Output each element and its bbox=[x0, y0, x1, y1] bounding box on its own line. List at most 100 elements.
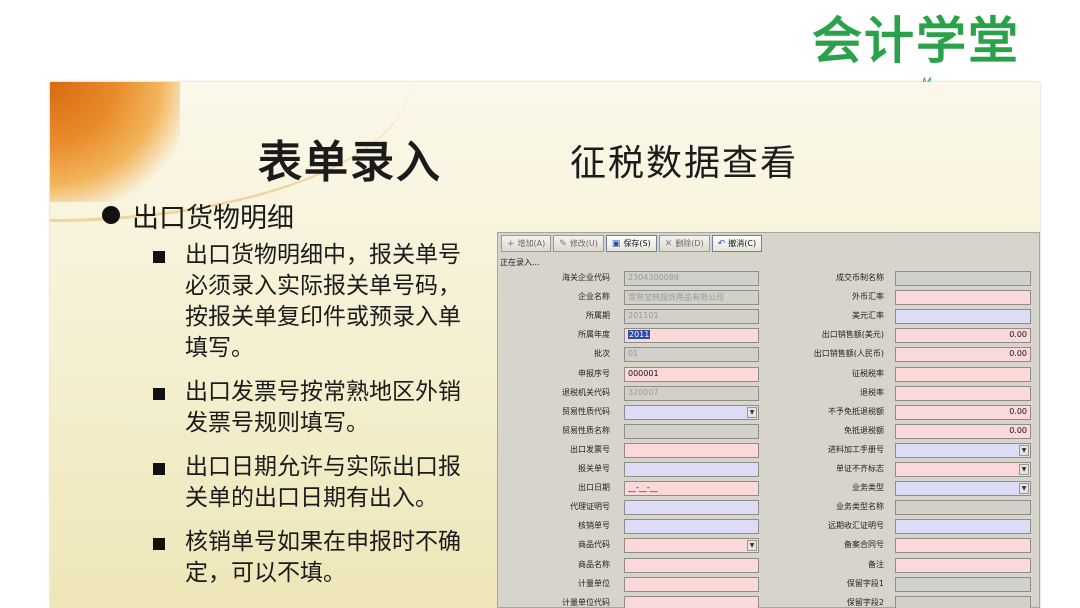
field-label: 美元汇率 bbox=[852, 311, 884, 321]
main-bullet-text: 出口货物明细 bbox=[132, 203, 294, 234]
toolbar-button-label: 修改(U) bbox=[569, 239, 598, 248]
form-row: 进料加工手册号 ▼ bbox=[498, 442, 1040, 458]
form-input[interactable] bbox=[895, 519, 1031, 535]
toolbar-button-0[interactable]: + 增加(A) bbox=[501, 235, 552, 252]
sub-bullet-list: 出口货物明细中，报关单号必须录入实际报关单号码，按报关单复印件或预录入单填写。 … bbox=[153, 240, 483, 602]
sub-bullet: 出口货物明细中，报关单号必须录入实际报关单号码，按报关单复印件或预录入单填写。 bbox=[153, 240, 483, 364]
form-input[interactable] bbox=[895, 385, 1031, 401]
toolbar-button-3[interactable]: ✕ 删除(D) bbox=[658, 235, 710, 252]
sub-bullet: 出口日期允许与实际出口报关单的出口日期有出入。 bbox=[153, 452, 483, 514]
field-value: 0.00 bbox=[1009, 406, 1027, 416]
field-label: 征税税率 bbox=[852, 368, 884, 378]
form-input[interactable] bbox=[895, 595, 1031, 608]
field-label: 保留字段1 bbox=[846, 578, 884, 588]
field-label: 成交币制名称 bbox=[836, 273, 884, 282]
form-row: 出口销售额(人民币) 0.00 bbox=[498, 347, 1040, 363]
toolbar-button-label: 撤消(C) bbox=[728, 239, 757, 248]
field-label: 出口销售额(美元) bbox=[821, 330, 884, 340]
form-input[interactable] bbox=[895, 309, 1031, 325]
toolbar-button-4[interactable]: ↶ 撤消(C) bbox=[711, 235, 763, 252]
form-row: 保留字段2 bbox=[498, 595, 1040, 608]
brand-logo: 会计学堂 M bbox=[812, 10, 1062, 90]
field-label: 备案合同号 bbox=[844, 540, 884, 550]
form-row: 业务类型 ▼ bbox=[498, 481, 1040, 497]
form-input[interactable] bbox=[895, 557, 1031, 573]
form-select[interactable]: ▼ bbox=[895, 481, 1031, 497]
form-toolbar: + 增加(A) ✎ 修改(U) ▣ 保存(S) ✕ 删除(D) ↶ 撤消(C) bbox=[501, 235, 763, 253]
form-input[interactable] bbox=[895, 290, 1031, 306]
form-row: 业务类型名称 bbox=[498, 500, 1040, 516]
field-label: 业务类型名称 bbox=[836, 502, 884, 512]
toolbar-button-1[interactable]: ✎ 修改(U) bbox=[553, 235, 604, 252]
form-row: 外币汇率 bbox=[498, 290, 1040, 306]
form-input[interactable] bbox=[895, 271, 1031, 286]
form-input[interactable]: 0.00 bbox=[895, 404, 1031, 420]
main-bullet: 出口货物明细 bbox=[102, 196, 294, 235]
square-bullet-icon bbox=[153, 388, 165, 400]
form-input[interactable] bbox=[895, 576, 1031, 592]
form-row: 远期收汇证明号 bbox=[498, 519, 1040, 535]
form-row: 征税税率 bbox=[498, 366, 1040, 382]
status-text: 正在录入... bbox=[500, 258, 540, 267]
form-row: 不予免抵退税额 0.00 bbox=[498, 404, 1040, 420]
field-value: 0.00 bbox=[1009, 425, 1027, 435]
toolbar-button-icon: ↶ bbox=[717, 238, 726, 249]
field-label: 保留字段2 bbox=[846, 597, 884, 607]
square-bullet-icon bbox=[153, 463, 165, 475]
form-input[interactable]: 0.00 bbox=[895, 423, 1031, 439]
field-label: 退税率 bbox=[860, 387, 884, 397]
form-row: 退税率 bbox=[498, 385, 1040, 401]
toolbar-button-icon: ✕ bbox=[664, 238, 673, 249]
sub-bullet: 核销单号如果在申报时不确定，可以不填。 bbox=[153, 527, 483, 589]
slide-subtitle: 征税数据查看 bbox=[570, 143, 799, 184]
toolbar-button-label: 增加(A) bbox=[517, 239, 546, 248]
toolbar-button-2[interactable]: ▣ 保存(S) bbox=[605, 235, 657, 252]
presentation-slide: 表单录入 征税数据查看 出口货物明细 出口货物明细中，报关单号必须录入实际报关单… bbox=[50, 82, 1040, 608]
sub-bullet-text: 出口货物明细中，报关单号必须录入实际报关单号码，按报关单复印件或预录入单填写。 bbox=[185, 242, 461, 361]
sub-bullet-text: 出口发票号按常熟地区外销发票号规则填写。 bbox=[185, 379, 461, 436]
form-row: 单证不齐标志 ▼ bbox=[498, 462, 1040, 477]
form-row: 保留字段1 bbox=[498, 576, 1040, 592]
field-value: 0.00 bbox=[1009, 330, 1027, 340]
form-input[interactable]: 0.00 bbox=[895, 328, 1031, 344]
field-value: 0.00 bbox=[1009, 349, 1027, 359]
slide-title: 表单录入 bbox=[258, 137, 442, 188]
field-label: 免抵退税额 bbox=[844, 425, 884, 435]
toolbar-button-icon: + bbox=[507, 238, 515, 249]
square-bullet-icon bbox=[153, 251, 165, 263]
logo-text: 会计学堂 bbox=[812, 12, 1020, 70]
form-input[interactable]: 0.00 bbox=[895, 347, 1031, 363]
field-label: 远期收汇证明号 bbox=[828, 521, 884, 531]
toolbar-button-label: 保存(S) bbox=[623, 239, 651, 248]
field-label: 单证不齐标志 bbox=[836, 464, 884, 473]
toolbar-button-label: 删除(D) bbox=[675, 239, 704, 248]
field-label: 外币汇率 bbox=[852, 292, 884, 302]
square-bullet-icon bbox=[153, 538, 165, 550]
toolbar-button-icon: ▣ bbox=[611, 238, 621, 249]
form-row: 备案合同号 bbox=[498, 538, 1040, 554]
chevron-down-icon[interactable]: ▼ bbox=[1019, 464, 1029, 475]
form-row: 成交币制名称 bbox=[498, 271, 1040, 286]
form-select[interactable]: ▼ bbox=[895, 462, 1031, 477]
form-input[interactable] bbox=[895, 500, 1031, 516]
form-select[interactable]: ▼ bbox=[895, 442, 1031, 458]
form-row: 免抵退税额 0.00 bbox=[498, 423, 1040, 439]
toolbar-button-icon: ✎ bbox=[559, 238, 567, 249]
tax-entry-form-window: + 增加(A) ✎ 修改(U) ▣ 保存(S) ✕ 删除(D) ↶ 撤消(C) 正在录入... 海… bbox=[497, 232, 1040, 608]
field-label: 备注 bbox=[868, 559, 884, 569]
form-input[interactable] bbox=[895, 538, 1031, 554]
field-label: 出口销售额(人民币) bbox=[813, 349, 884, 359]
sub-bullet: 出口发票号按常熟地区外销发票号规则填写。 bbox=[153, 377, 483, 439]
bullet-dot-icon bbox=[102, 206, 120, 224]
form-input[interactable] bbox=[895, 366, 1031, 382]
field-label: 进料加工手册号 bbox=[828, 444, 884, 454]
field-label: 不予免抵退税额 bbox=[828, 406, 884, 416]
sub-bullet-text: 出口日期允许与实际出口报关单的出口日期有出入。 bbox=[185, 454, 461, 511]
chevron-down-icon[interactable]: ▼ bbox=[1019, 444, 1029, 456]
field-label: 业务类型 bbox=[852, 483, 884, 493]
chevron-down-icon[interactable]: ▼ bbox=[1019, 483, 1029, 495]
form-row: 美元汇率 bbox=[498, 309, 1040, 325]
form-row: 出口销售额(美元) 0.00 bbox=[498, 328, 1040, 344]
form-row: 备注 bbox=[498, 557, 1040, 573]
sub-bullet-text: 核销单号如果在申报时不确定，可以不填。 bbox=[185, 529, 461, 586]
